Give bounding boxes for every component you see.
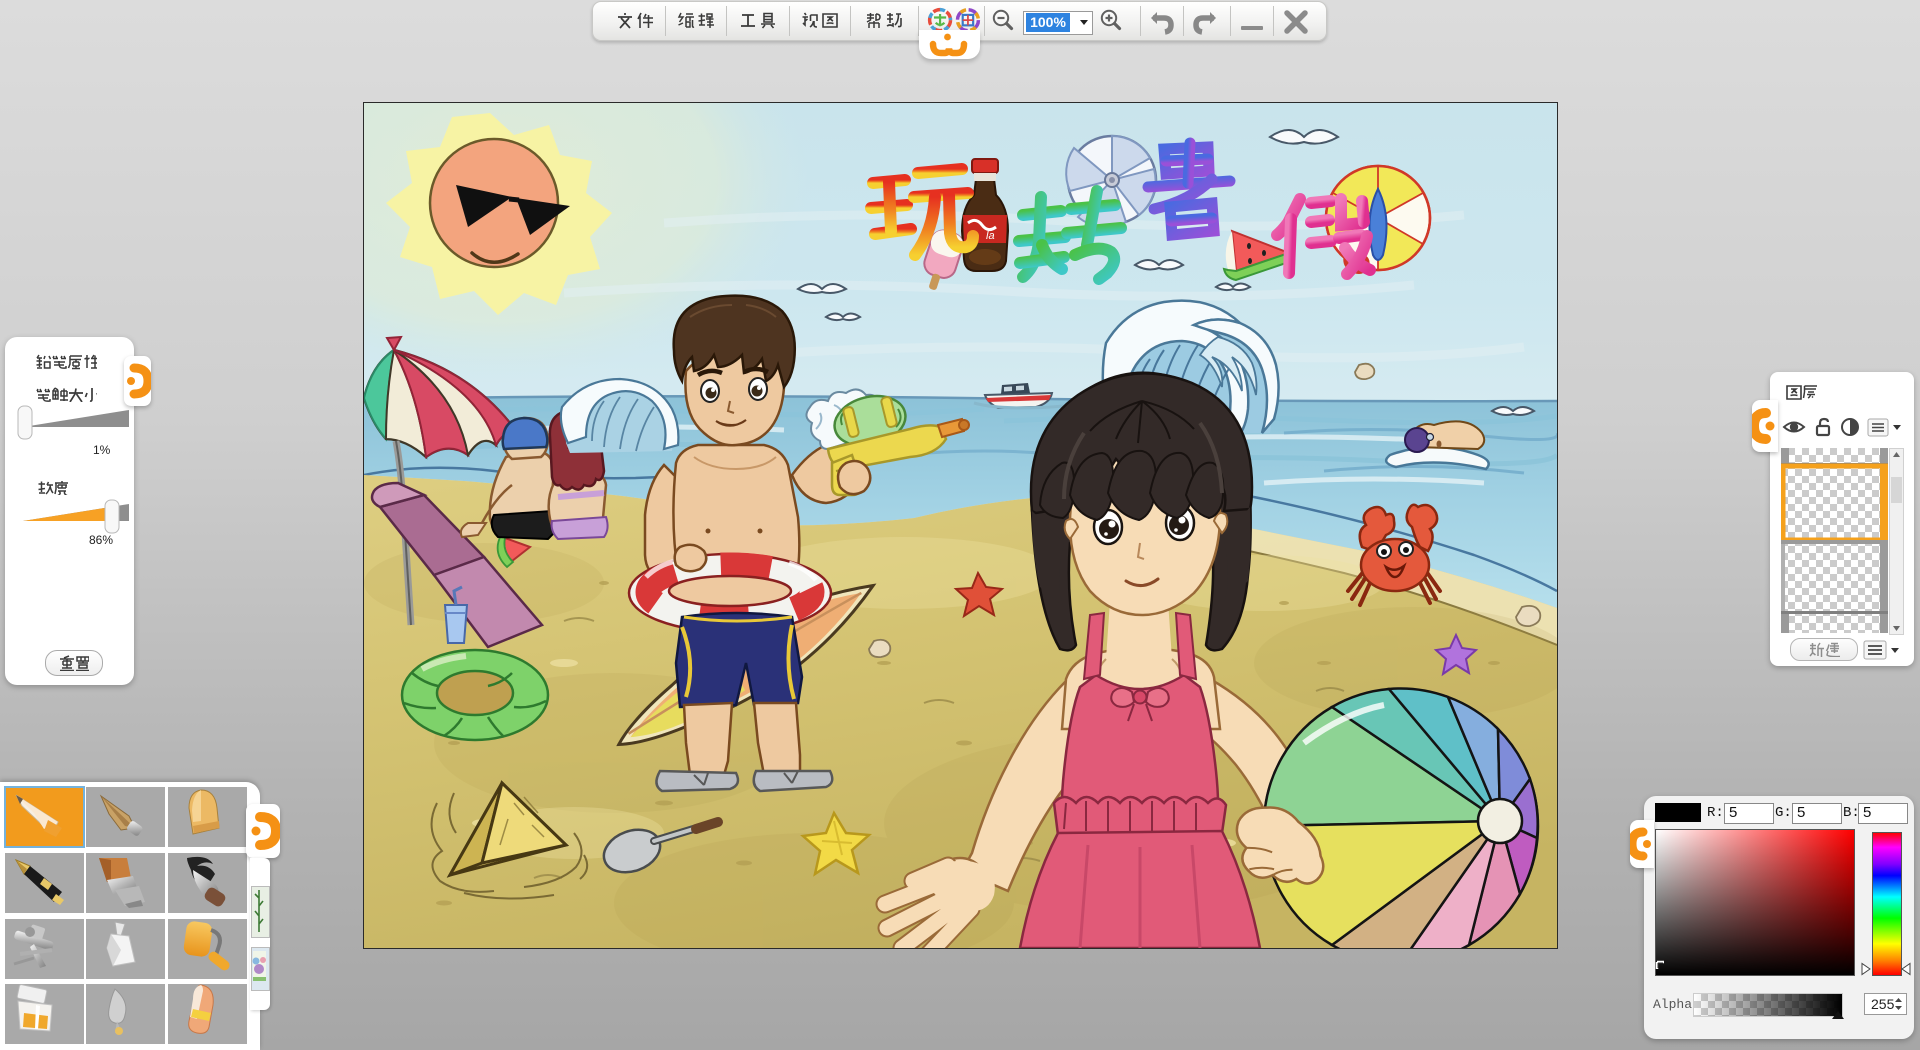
svg-text:la: la [986,230,995,242]
